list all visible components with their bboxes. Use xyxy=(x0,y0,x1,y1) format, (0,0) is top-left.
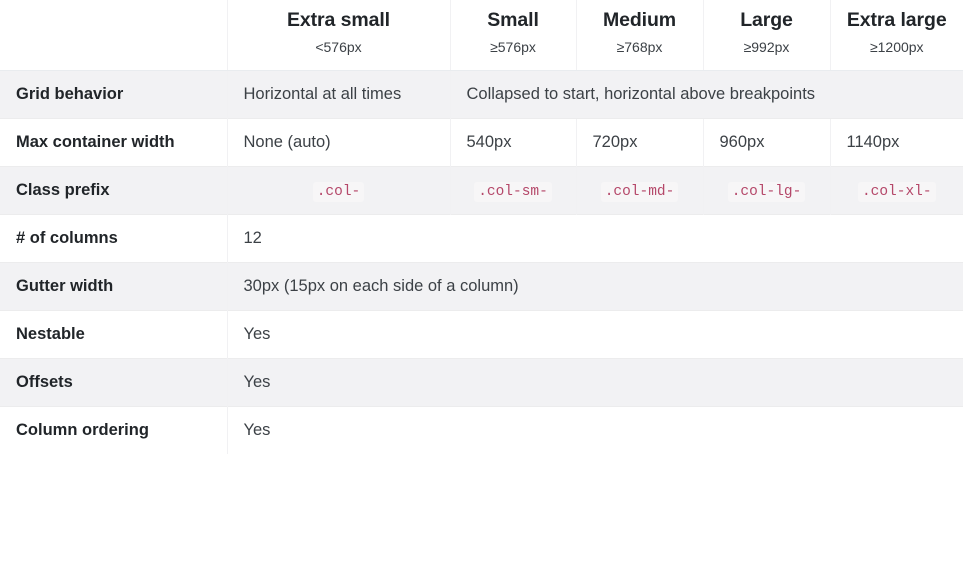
header-breakpoint-md: Medium ≥768px xyxy=(575,0,703,72)
header-breakpoint-xl: Extra large ≥1200px xyxy=(829,0,963,72)
breakpoint-title: Small xyxy=(487,9,539,31)
class-prefix-code: .col-xl- xyxy=(857,182,936,203)
table-row: Gutter width 30px (15px on each side of a… xyxy=(0,262,963,311)
table-row: Nestable Yes xyxy=(0,310,963,359)
breakpoint-title: Large xyxy=(740,9,793,31)
table-cell: Yes xyxy=(227,358,963,407)
header-breakpoint-sm: Small ≥576px xyxy=(449,0,576,72)
table-cell: Yes xyxy=(227,310,963,359)
breakpoint-title: Extra large xyxy=(846,9,947,31)
breakpoint-subtitle: ≥1200px xyxy=(869,39,924,56)
table-cell: 12 xyxy=(227,214,963,263)
row-label: Class prefix xyxy=(0,166,228,215)
table-cell: 30px (15px on each side of a column) xyxy=(227,262,963,311)
class-prefix-code: .col-md- xyxy=(600,182,679,203)
class-prefix-cell: .col-lg- xyxy=(702,166,830,215)
header-row: Extra small <576px Small ≥576px Medium ≥… xyxy=(0,0,963,72)
class-prefix-cell: .col-xl- xyxy=(829,166,963,215)
row-label: Grid behavior xyxy=(0,70,228,119)
row-label: # of columns xyxy=(0,214,228,263)
table-cell: Horizontal at all times xyxy=(227,70,450,119)
row-label: Nestable xyxy=(0,310,228,359)
row-label: Offsets xyxy=(0,358,228,407)
header-breakpoint-lg: Large ≥992px xyxy=(702,0,830,72)
table-cell: Collapsed to start, horizontal above bre… xyxy=(449,70,963,119)
table-cell: 720px xyxy=(575,118,703,167)
breakpoint-subtitle: ≥992px xyxy=(743,39,790,56)
table-row: Class prefix .col- .col-sm- .col-md- .col-lg… xyxy=(0,166,963,215)
class-prefix-code: .col-sm- xyxy=(474,182,552,203)
row-label: Gutter width xyxy=(0,262,228,311)
breakpoint-subtitle: <576px xyxy=(315,39,362,56)
table-cell: Yes xyxy=(227,406,963,455)
grid-options-table: Extra small <576px Small ≥576px Medium ≥… xyxy=(0,0,963,455)
table-cell: 1140px xyxy=(829,118,963,167)
header-breakpoint-xs: Extra small <576px xyxy=(226,0,450,72)
table-header: Extra small <576px Small ≥576px Medium ≥… xyxy=(0,0,963,72)
row-label: Column ordering xyxy=(0,406,228,455)
table-row: Grid behavior Horizontal at all times Coll… xyxy=(0,70,963,119)
breakpoint-title: Medium xyxy=(602,9,677,31)
breakpoint-subtitle: ≥576px xyxy=(490,39,536,56)
row-label: Max container width xyxy=(0,118,228,167)
class-prefix-cell: .col-md- xyxy=(575,166,703,215)
table-cell: 540px xyxy=(449,118,576,167)
table-cell: 960px xyxy=(702,118,830,167)
table-cell: None (auto) xyxy=(227,118,450,167)
class-prefix-cell: .col- xyxy=(227,166,450,215)
header-corner-cell xyxy=(0,0,228,72)
table-row: # of columns 12 xyxy=(0,214,963,263)
class-prefix-code: .col-lg- xyxy=(727,182,806,203)
breakpoint-subtitle: ≥768px xyxy=(616,39,663,56)
table-body: Grid behavior Horizontal at all times Coll… xyxy=(0,70,963,455)
table-row: Column ordering Yes xyxy=(0,406,963,455)
table-row: Max container width None (auto) 540px 720px… xyxy=(0,118,963,167)
class-prefix-code: .col- xyxy=(312,182,365,203)
breakpoint-title: Extra small xyxy=(287,9,390,31)
table-row: Offsets Yes xyxy=(0,358,963,407)
class-prefix-cell: .col-sm- xyxy=(449,166,576,215)
